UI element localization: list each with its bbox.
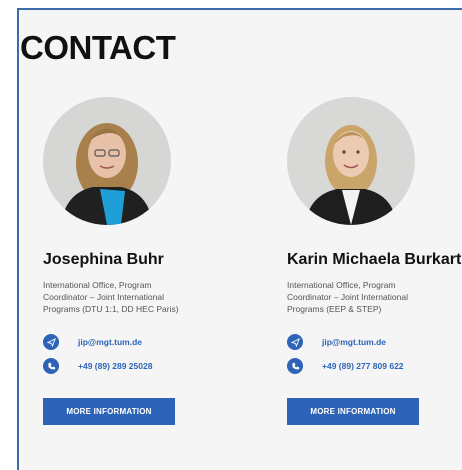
email-row[interactable]: jip@mgt.tum.de — [43, 332, 142, 352]
phone-link[interactable]: +49 (89) 289 25028 — [78, 361, 152, 371]
send-icon — [43, 334, 59, 350]
more-information-button[interactable]: MORE INFORMATION — [43, 398, 175, 425]
phone-link[interactable]: +49 (89) 277 809 622 — [322, 361, 404, 371]
email-row[interactable]: jip@mgt.tum.de — [287, 332, 386, 352]
contact-card: Karin Michaela Burkart International Off… — [244, 0, 461, 456]
email-link[interactable]: jip@mgt.tum.de — [78, 337, 142, 347]
phone-row[interactable]: +49 (89) 277 809 622 — [287, 356, 404, 376]
phone-icon — [287, 358, 303, 374]
more-information-button[interactable]: MORE INFORMATION — [287, 398, 419, 425]
contact-role: International Office, Program Coordinato… — [287, 280, 408, 314]
contact-role: International Office, Program Coordinato… — [43, 280, 179, 314]
contact-name: Josephina Buhr — [43, 251, 164, 268]
avatar — [287, 97, 415, 225]
contact-name: Karin Michaela Burkart — [287, 251, 462, 268]
phone-icon — [43, 358, 59, 374]
contact-card: Josephina Buhr International Office, Pro… — [0, 0, 190, 456]
send-icon — [287, 334, 303, 350]
avatar — [43, 97, 171, 225]
phone-row[interactable]: +49 (89) 289 25028 — [43, 356, 152, 376]
email-link[interactable]: jip@mgt.tum.de — [322, 337, 386, 347]
